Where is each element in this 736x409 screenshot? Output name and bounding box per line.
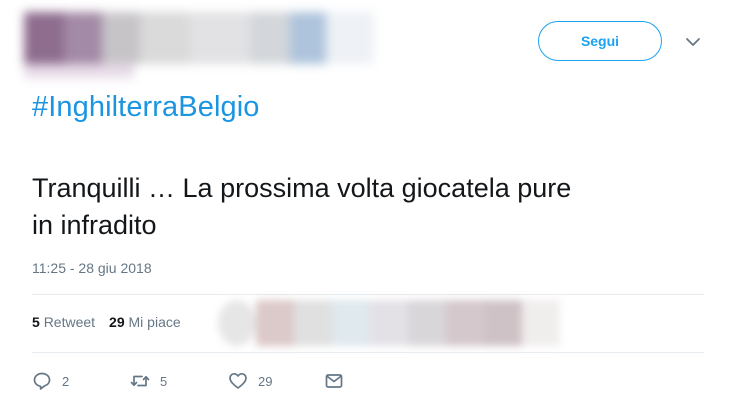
likes-stat[interactable]: 29 Mi piace [109,314,181,330]
likes-stat-count: 29 [109,314,125,330]
retweet-count: 5 [160,373,168,389]
reply-icon [33,372,51,390]
heart-icon [229,372,247,389]
retweet-icon [130,375,150,387]
blurred-liker-avatars [218,300,568,348]
likes-stat-label: Mi piace [128,314,181,330]
like-button[interactable]: 29 [228,368,272,394]
follow-button[interactable]: Segui [538,21,662,61]
tweet-actions: 2 5 29 [32,368,372,394]
retweet-button[interactable]: 5 [130,368,167,394]
reply-button[interactable]: 2 [32,368,69,394]
like-count: 29 [258,373,273,389]
retweets-stat[interactable]: 5 Retweet [32,314,95,330]
tweet-header: Segui [0,0,736,80]
chevron-down-icon[interactable] [684,33,702,51]
tweet-text-line-2: in infradito [32,210,157,240]
tweet-text: Tranquilli … La prossima volta giocatela… [32,170,692,244]
reply-count: 2 [62,373,70,389]
retweets-stat-count: 5 [32,314,40,330]
blurred-author-info [24,10,374,78]
tweet-timestamp[interactable]: 11:25 - 28 giu 2018 [32,260,152,276]
retweets-stat-label: Retweet [43,314,96,330]
tweet-text-line-1: Tranquilli … La prossima volta giocatela… [32,173,572,203]
tweet-stats: 5 Retweet 29 Mi piace [32,314,181,330]
divider [32,352,704,353]
direct-message-button[interactable] [324,368,344,394]
mail-icon [325,374,343,388]
divider [32,294,704,295]
hashtag-link[interactable]: #InghilterraBelgio [32,91,260,124]
